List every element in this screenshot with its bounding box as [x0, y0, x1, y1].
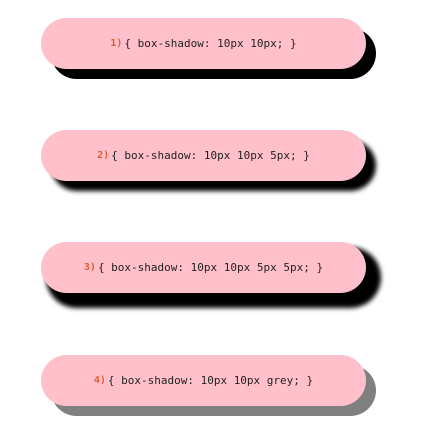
box-shadow-example-1: 1) { box-shadow: 10px 10px; } — [41, 18, 366, 69]
box-shadow-demo-list: 1) { box-shadow: 10px 10px; } 2) { box-s… — [0, 0, 445, 448]
box-shadow-example-4: 4) { box-shadow: 10px 10px grey; } — [41, 355, 366, 406]
example-code: { box-shadow: 10px 10px grey; } — [107, 374, 314, 387]
example-code: { box-shadow: 10px 10px; } — [124, 37, 297, 50]
example-code: { box-shadow: 10px 10px 5px; } — [111, 149, 310, 162]
box-shadow-example-3: 3) { box-shadow: 10px 10px 5px 5px; } — [41, 242, 366, 293]
example-number: 2) — [97, 150, 110, 161]
example-number: 1) — [110, 38, 123, 49]
example-number: 3) — [83, 262, 96, 273]
example-number: 4) — [93, 375, 106, 386]
example-code: { box-shadow: 10px 10px 5px 5px; } — [97, 261, 324, 274]
box-shadow-example-2: 2) { box-shadow: 10px 10px 5px; } — [41, 130, 366, 181]
